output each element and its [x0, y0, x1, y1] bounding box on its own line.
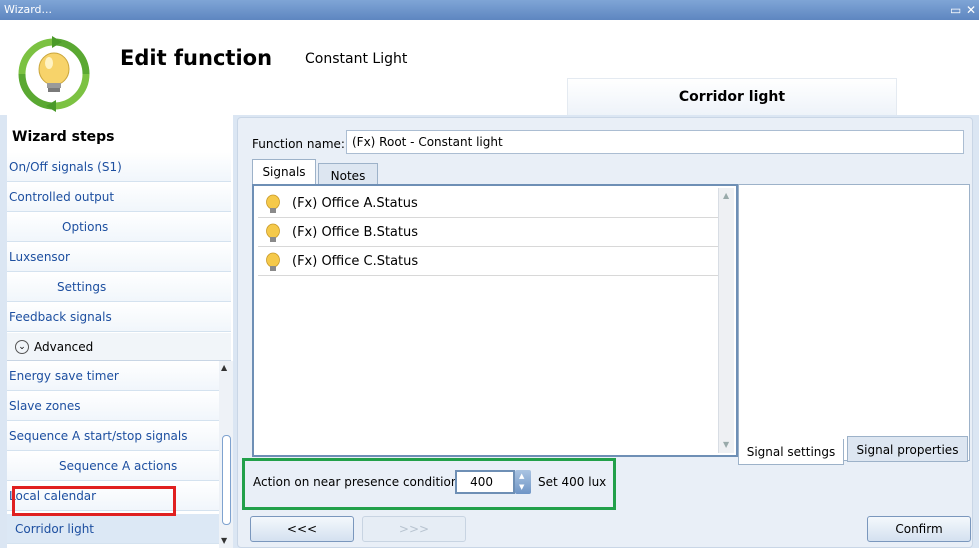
title-bar: Wizard... ▭ ✕ [0, 0, 979, 20]
step-label: Slave zones [9, 399, 81, 413]
stepper-down-icon[interactable]: ▼ [519, 483, 524, 491]
step-label: Settings [57, 280, 107, 294]
advanced-label: Advanced [34, 340, 94, 354]
step-options[interactable]: Options [7, 212, 231, 242]
corridor-light-highlight [12, 486, 176, 516]
step-corridor-light[interactable]: Corridor light [7, 514, 219, 544]
tab-signal-settings[interactable]: Signal settings [738, 439, 844, 465]
wizard-steps-title: Wizard steps [12, 129, 115, 145]
list-item[interactable]: (Fx) Office C.Status [258, 248, 718, 276]
header: Edit function Constant Light Corridor li… [0, 20, 979, 115]
signal-label: (Fx) Office C.Status [292, 254, 419, 269]
lux-stepper[interactable]: ▲ ▼ [515, 470, 531, 494]
step-settings[interactable]: Settings [7, 272, 231, 302]
previous-button[interactable]: <<< [250, 516, 354, 542]
step-label: Feedback signals [9, 310, 112, 324]
step-luxsensor[interactable]: Luxsensor [7, 242, 231, 272]
step-label: Sequence A actions [59, 459, 178, 473]
tab-signals[interactable]: Signals [252, 159, 316, 187]
scroll-up-icon[interactable]: ▲ [221, 363, 227, 372]
signals-list: (Fx) Office A.Status (Fx) Office B.Statu… [252, 184, 738, 457]
signal-details-panel [738, 184, 970, 461]
signal-label: (Fx) Office B.Status [292, 225, 419, 240]
step-label: Controlled output [9, 190, 115, 204]
tab-signal-properties[interactable]: Signal properties [847, 436, 968, 462]
page-title: Edit function [120, 46, 273, 70]
action-label: Action on near presence condition [253, 475, 459, 489]
restore-icon[interactable]: ▭ [950, 0, 961, 20]
lightbulb-cycle-icon [18, 36, 90, 112]
steps-scrollbar[interactable]: ▲ ▼ [219, 361, 233, 548]
step-label: On/Off signals (S1) [9, 160, 122, 174]
step-label: Corridor light [15, 522, 95, 536]
step-energy-save-timer[interactable]: Energy save timer [7, 361, 219, 391]
bulb-icon [266, 223, 280, 242]
advanced-toggle[interactable]: ⌄ Advanced [7, 333, 231, 361]
signal-label: (Fx) Office A.Status [292, 196, 418, 211]
list-item[interactable]: (Fx) Office B.Status [258, 219, 718, 247]
next-button[interactable]: >>> [362, 516, 466, 542]
scroll-down-icon[interactable]: ▼ [723, 440, 729, 449]
step-slave-zones[interactable]: Slave zones [7, 391, 219, 421]
function-name-input[interactable]: (Fx) Root - Constant light [346, 130, 964, 154]
bulb-icon [266, 194, 280, 213]
bulb-icon [266, 252, 280, 271]
close-icon[interactable]: ✕ [966, 0, 976, 20]
main-panel: Function name: (Fx) Root - Constant ligh… [237, 117, 973, 548]
list-item[interactable]: (Fx) Office A.Status [258, 190, 718, 218]
step-controlled-output[interactable]: Controlled output [7, 182, 231, 212]
set-lux-label: Set 400 lux [538, 475, 607, 489]
step-on-off-signals[interactable]: On/Off signals (S1) [7, 152, 231, 182]
function-type-label: Constant Light [305, 51, 408, 67]
wizard-steps-panel: Wizard steps On/Off signals (S1) Control… [7, 115, 233, 548]
tab-corridor-light[interactable]: Corridor light [567, 78, 897, 115]
step-feedback-signals[interactable]: Feedback signals [7, 302, 231, 332]
step-sequence-a-actions[interactable]: Sequence A actions [7, 451, 219, 481]
scroll-down-icon[interactable]: ▼ [221, 536, 227, 545]
step-label: Energy save timer [9, 369, 119, 383]
scroll-thumb[interactable] [222, 435, 231, 525]
stepper-up-icon[interactable]: ▲ [519, 472, 524, 480]
lux-value-input[interactable]: 400 [455, 470, 515, 494]
step-sequence-a-start-stop[interactable]: Sequence A start/stop signals [7, 421, 219, 451]
step-label: Options [62, 220, 109, 234]
step-label: Luxsensor [9, 250, 70, 264]
scroll-up-icon[interactable]: ▲ [723, 191, 729, 200]
window-title: Wizard... [4, 3, 53, 16]
signals-scrollbar[interactable]: ▲ ▼ [718, 188, 734, 453]
near-presence-highlight: Action on near presence condition 400 ▲ … [242, 458, 616, 510]
function-name-label: Function name: [252, 137, 345, 151]
wizard-window: Wizard... ▭ ✕ Edit function Constant Lig… [0, 0, 979, 548]
confirm-button[interactable]: Confirm [867, 516, 971, 542]
step-label: Sequence A start/stop signals [9, 429, 188, 443]
chevron-down-icon: ⌄ [15, 340, 29, 354]
